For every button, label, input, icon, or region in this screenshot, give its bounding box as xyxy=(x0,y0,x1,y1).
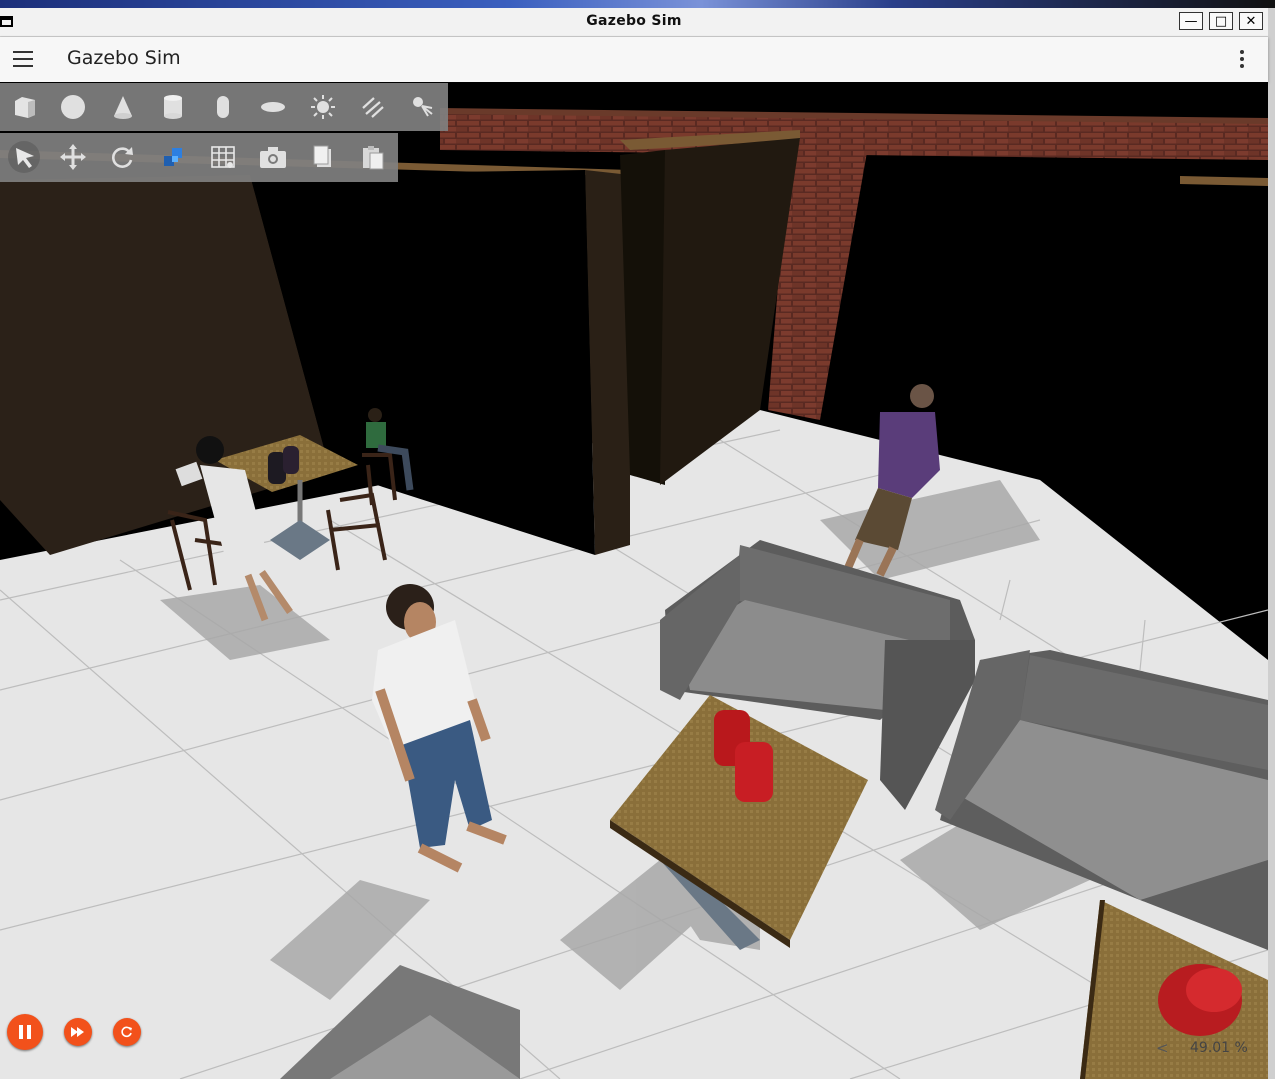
3d-scene-viewport[interactable] xyxy=(0,82,1268,1079)
cylinder-shape-button[interactable] xyxy=(148,83,198,131)
minimize-icon: — xyxy=(1184,13,1198,29)
hamburger-menu-icon[interactable] xyxy=(13,51,33,67)
window-right-edge xyxy=(1268,8,1275,1079)
directional-light-icon xyxy=(362,97,384,118)
real-time-factor-label: 49.01 % xyxy=(1190,1040,1248,1056)
copy-button[interactable] xyxy=(298,133,348,181)
grid-config-button[interactable] xyxy=(198,133,248,181)
point-light-button[interactable] xyxy=(298,83,348,131)
snap-cubes-icon xyxy=(164,148,182,166)
app-title: Gazebo Sim xyxy=(67,47,181,69)
capsule-shape-button[interactable] xyxy=(198,83,248,131)
pause-icon xyxy=(19,1025,31,1039)
sphere-icon xyxy=(61,95,85,119)
minimize-button[interactable]: — xyxy=(1179,12,1203,30)
window-titlebar[interactable]: Gazebo Sim — □ ✕ xyxy=(0,8,1268,37)
fast-forward-icon xyxy=(71,1027,84,1037)
rtf-expand-arrow[interactable]: < xyxy=(1156,1039,1169,1057)
app-bar: Gazebo Sim xyxy=(0,37,1268,82)
move-arrows-icon xyxy=(60,144,86,170)
step-forward-button[interactable] xyxy=(64,1018,92,1046)
point-light-icon xyxy=(311,95,335,119)
box-shape-button[interactable] xyxy=(0,83,50,131)
grid-icon xyxy=(211,146,235,168)
more-options-icon[interactable] xyxy=(1240,50,1244,71)
shapes-toolbar xyxy=(0,83,448,131)
reset-button[interactable] xyxy=(113,1018,141,1046)
sphere-shape-button[interactable] xyxy=(48,83,98,131)
cylinder-icon xyxy=(164,95,182,119)
maximize-button[interactable]: □ xyxy=(1209,12,1233,30)
select-mode-button[interactable] xyxy=(0,133,50,181)
camera-icon xyxy=(260,147,286,168)
desktop-background-strip xyxy=(0,0,1275,8)
cone-shape-button[interactable] xyxy=(98,83,148,131)
ellipsoid-shape-button[interactable] xyxy=(248,83,298,131)
cursor-arrow-icon xyxy=(16,148,34,168)
close-button[interactable]: ✕ xyxy=(1239,12,1263,30)
cone-icon xyxy=(114,96,132,119)
screenshot-button[interactable] xyxy=(248,133,298,181)
maximize-icon: □ xyxy=(1214,13,1228,29)
box-icon xyxy=(15,97,35,118)
window-title: Gazebo Sim xyxy=(586,13,682,29)
translate-mode-button[interactable] xyxy=(48,133,98,181)
directional-light-button[interactable] xyxy=(348,83,398,131)
capsule-icon xyxy=(217,96,229,118)
paste-icon xyxy=(363,146,384,170)
paste-button[interactable] xyxy=(348,133,398,181)
pause-button[interactable] xyxy=(7,1014,43,1050)
refresh-icon xyxy=(121,1026,132,1038)
rotate-icon xyxy=(112,147,133,168)
spot-light-icon xyxy=(413,97,433,117)
transform-toolbar xyxy=(0,133,398,182)
rotate-mode-button[interactable] xyxy=(98,133,148,181)
snap-button[interactable] xyxy=(148,133,198,181)
copy-icon xyxy=(313,145,331,167)
close-icon: ✕ xyxy=(1245,13,1257,29)
ellipsoid-icon xyxy=(261,102,285,112)
spot-light-button[interactable] xyxy=(398,83,448,131)
